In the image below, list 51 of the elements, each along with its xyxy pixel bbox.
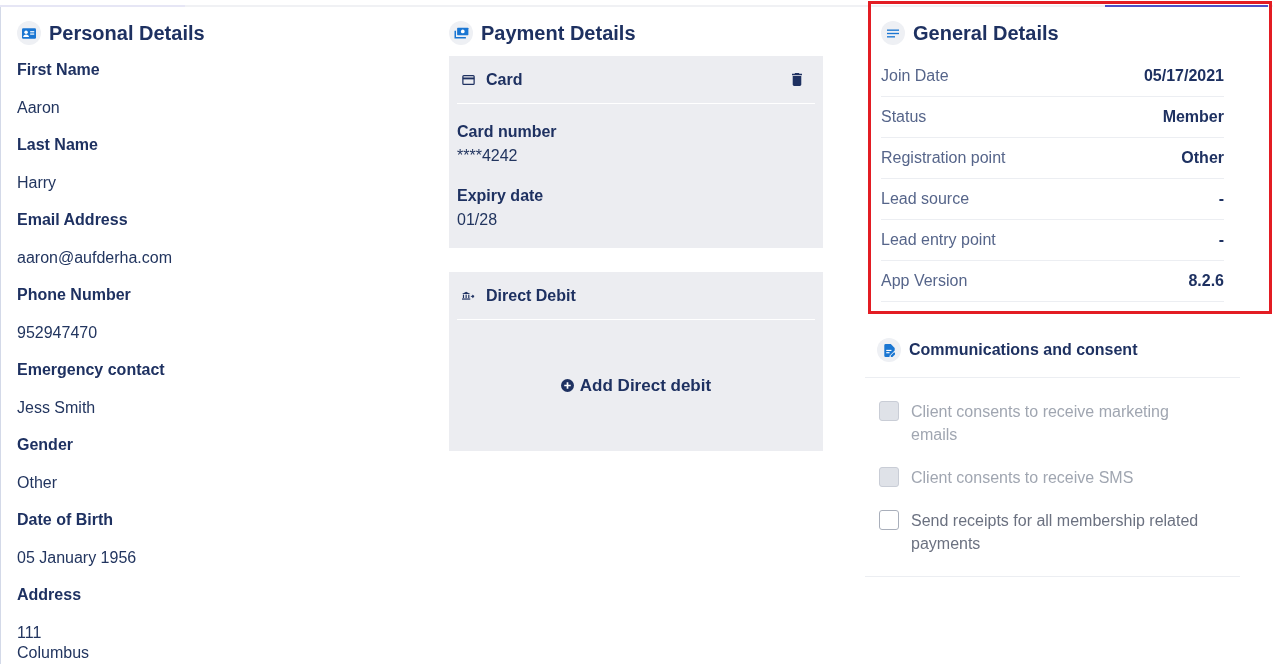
document-pen-icon	[877, 338, 901, 362]
field-value: Harry	[17, 173, 57, 193]
section-title: Personal Details	[49, 21, 205, 46]
field-label: Date of Birth	[17, 510, 113, 530]
trash-icon[interactable]	[792, 73, 802, 86]
checkbox-label: Client consents to receive SMS	[911, 468, 1135, 488]
field-label: Last Name	[17, 135, 98, 155]
detail-value: 8.2.6	[1188, 271, 1224, 291]
add-direct-debit-button[interactable]: Add Direct debit	[560, 375, 712, 396]
field-value: 111 Columbus	[17, 623, 90, 663]
field-label: Emergency contact	[17, 360, 165, 380]
id-card-icon	[17, 21, 41, 45]
field-label: Phone Number	[17, 285, 131, 305]
section-title: General Details	[913, 21, 1059, 46]
field-label: Gender	[17, 435, 73, 455]
detail-label: Registration point	[881, 148, 1006, 168]
banknote-icon	[449, 21, 473, 45]
detail-label: Lead entry point	[881, 230, 996, 250]
field-label: Card number	[457, 122, 557, 142]
field-value: aaron@aufderha.com	[17, 248, 172, 268]
detail-value: 05/17/2021	[1143, 66, 1224, 86]
field-label: Address	[17, 585, 82, 605]
lines-icon	[881, 21, 905, 45]
panel-title: Direct Debit	[486, 285, 576, 306]
field-value: 05 January 1956	[17, 548, 137, 568]
detail-label: Join Date	[881, 66, 949, 86]
field-label: First Name	[17, 60, 100, 80]
detail-value: Member	[1162, 107, 1224, 127]
detail-value: -	[1218, 189, 1224, 209]
credit-card-icon	[462, 74, 475, 85]
checkbox[interactable]	[879, 510, 899, 530]
checkbox-label: Send receipts for all membership related payments	[911, 511, 1200, 554]
field-value: ****4242	[457, 146, 518, 166]
detail-label: Status	[881, 107, 927, 127]
detail-label: App Version	[881, 271, 968, 291]
field-value: Aaron	[17, 98, 60, 118]
plus-circle-icon	[560, 379, 574, 392]
field-value: 01/28	[457, 210, 498, 230]
detail-value: -	[1218, 230, 1224, 250]
panel-title: Card	[486, 69, 523, 90]
detail-label: Lead source	[881, 189, 970, 209]
section-title: Communications and consent	[909, 340, 1138, 360]
field-value: Other	[17, 473, 57, 493]
checkbox-label: Client consents to receive marketing emails	[911, 402, 1170, 445]
section-title: Payment Details	[481, 21, 636, 46]
field-value: 952947470	[17, 323, 98, 343]
field-value: Jess Smith	[17, 398, 96, 418]
detail-value: Other	[1181, 148, 1224, 168]
bank-icon	[462, 291, 475, 300]
field-label: Email Address	[17, 210, 128, 230]
field-label: Expiry date	[457, 186, 544, 206]
